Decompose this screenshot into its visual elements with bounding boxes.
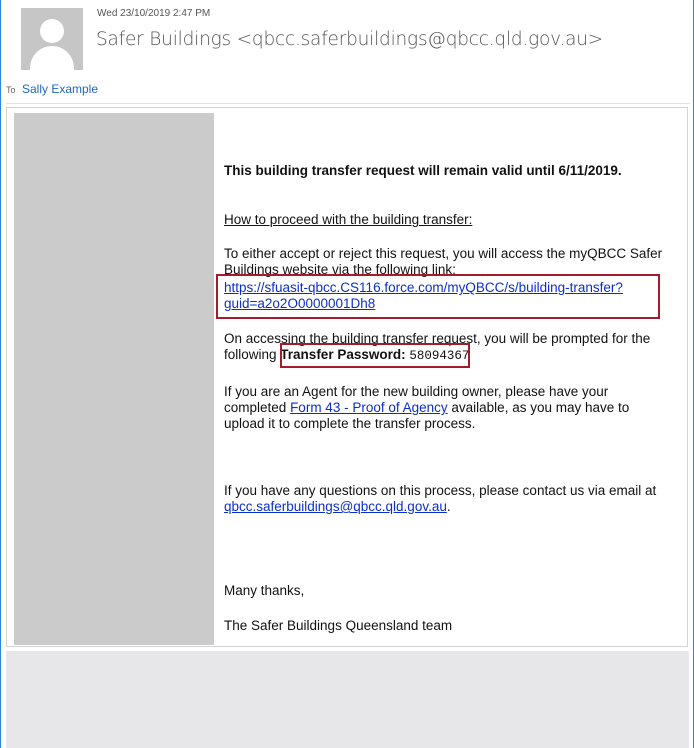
sent-date: Wed 23/10/2019 2:47 PM bbox=[97, 8, 211, 19]
to-label: To bbox=[6, 85, 16, 95]
window-border-left bbox=[0, 0, 1, 748]
email-footer-area bbox=[6, 651, 689, 748]
signature: The Safer Buildings Queensland team bbox=[224, 618, 453, 633]
prompt-line-2-prefix: following bbox=[224, 347, 277, 362]
agent-line-3: upload it to complete the transfer proce… bbox=[224, 416, 476, 431]
proceed-heading: How to proceed with the building transfe… bbox=[224, 212, 473, 227]
sender-avatar bbox=[21, 8, 83, 70]
password-highlight-box bbox=[280, 343, 470, 368]
closing-thanks: Many thanks, bbox=[224, 583, 305, 598]
agent-line-2: completed Form 43 - Proof of Agency avai… bbox=[224, 400, 629, 416]
transfer-link-line-2[interactable]: guid=a2o2O0000001Dh8 bbox=[224, 296, 375, 312]
avatar-shoulders-shape bbox=[30, 46, 74, 70]
access-instruction-line-1: To either accept or reject this request,… bbox=[224, 246, 663, 261]
sender-name[interactable]: Safer Buildings <qbcc.saferbuildings@qbc… bbox=[96, 29, 603, 50]
agent-line-1: If you are an Agent for the new building… bbox=[224, 384, 609, 399]
questions-suffix: . bbox=[446, 499, 451, 514]
contact-email-link[interactable]: qbcc.saferbuildings@qbcc.qld.gov.au bbox=[224, 499, 447, 514]
recipient-name[interactable]: Sally Example bbox=[22, 82, 98, 96]
form-43-link[interactable]: Form 43 - Proof of Agency bbox=[290, 400, 448, 415]
transfer-link-line-1[interactable]: https://sfuasit-qbcc.CS116.force.com/myQ… bbox=[224, 280, 623, 296]
agent-line-2-prefix: completed bbox=[224, 400, 287, 415]
questions-line-2: qbcc.saferbuildings@qbcc.qld.gov.au. bbox=[224, 499, 451, 515]
avatar-head-shape bbox=[40, 19, 64, 43]
header-divider bbox=[6, 103, 690, 104]
email-left-panel bbox=[14, 113, 214, 645]
questions-line-1: If you have any questions on this proces… bbox=[224, 483, 657, 498]
validity-notice: This building transfer request will rema… bbox=[224, 163, 622, 178]
recipient-line: To Sally Example bbox=[6, 80, 98, 98]
agent-line-2-suffix: available, as you may have to bbox=[451, 400, 630, 415]
